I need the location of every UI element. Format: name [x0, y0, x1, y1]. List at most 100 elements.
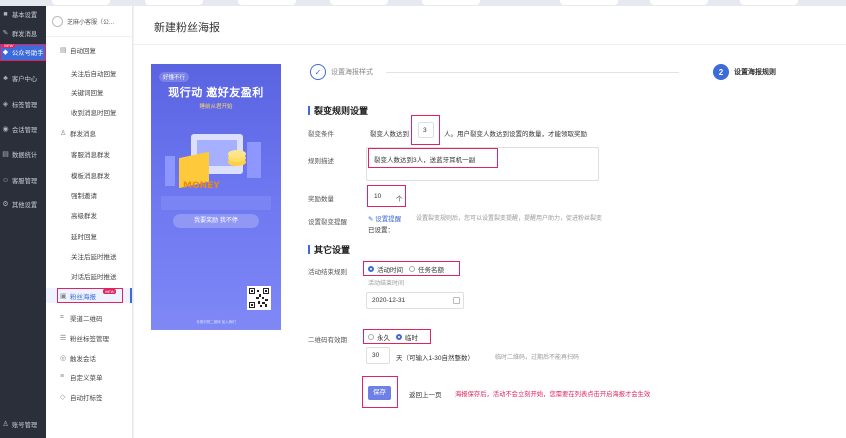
- sub-nav-item-3[interactable]: 收到消息时回复: [46, 104, 132, 119]
- other-section-title: 其它设置: [308, 243, 350, 256]
- poster-preview: 好懂不行 现行动 邀好友盈利 睡前从君开始 MONEY 我要奖励 我不停 长按识…: [151, 64, 281, 330]
- sub-nav-item-label: 关键词回复: [71, 89, 104, 97]
- nav-icon: ▤: [2, 151, 9, 158]
- new-badge: NEW: [103, 289, 117, 294]
- remind-status: 已设置：: [368, 227, 394, 234]
- step-2-label: 设置海报规则: [734, 69, 776, 76]
- remind-label: 设置裂变提醒: [308, 219, 347, 226]
- sub-nav-item-7[interactable]: 强制邀请: [46, 187, 132, 202]
- sub-nav-item-2[interactable]: 关键词回复: [46, 84, 132, 99]
- sub-nav-item-4[interactable]: ♙ 群发消息: [46, 125, 132, 140]
- calendar-icon[interactable]: [453, 297, 460, 304]
- condition-prefix: 裂变人数达到: [370, 131, 409, 138]
- save-button[interactable]: 保存: [368, 386, 391, 400]
- sub-nav-item-8[interactable]: 高级群发: [46, 207, 132, 222]
- nav-item-label: 数据统计: [12, 152, 38, 159]
- poster-qr-code: [247, 286, 271, 310]
- sub-nav-item-label: 关注后自动回复: [71, 70, 117, 78]
- qr-validity-permanent-label: 永久: [377, 335, 390, 342]
- nav-item-6[interactable]: ▤ 数据统计: [0, 146, 46, 163]
- poster-subhead: 睡前从君开始: [199, 104, 233, 110]
- sub-nav-item-label: 触发会话: [70, 355, 96, 363]
- reward-unit: 个: [396, 196, 403, 203]
- sub-nav-item-9[interactable]: 延时回复: [46, 228, 132, 243]
- nav-item-label: 公众号助手: [12, 50, 44, 57]
- step-2-number: 2: [713, 64, 729, 80]
- sub-nav-item-label: 群发消息: [70, 130, 96, 138]
- active-indicator: [130, 288, 132, 303]
- sub-nav-item-label: 收到消息时回复: [71, 109, 117, 117]
- reward-label: 奖励数量: [308, 196, 334, 203]
- nav-icon: ⚙: [2, 201, 9, 208]
- sub-nav-item-1[interactable]: 关注后自动回复: [46, 65, 132, 80]
- svg-text:MONEY: MONEY: [183, 181, 220, 191]
- sub-nav-item-16[interactable]: ≡ 自定义菜单: [46, 369, 132, 384]
- step-1-label: 设置海报样式: [331, 69, 373, 76]
- sub-nav-item-13[interactable]: ⌗ 渠道二维码: [46, 310, 132, 325]
- days-hint: 天（可输入1-30自然整数）: [396, 355, 475, 362]
- nav-item-7[interactable]: ☺ 客服管理: [0, 172, 46, 189]
- sub-nav-item-label: 自动回复: [70, 47, 96, 55]
- reward-value[interactable]: 10: [374, 193, 381, 200]
- nav-item-label: 其他设置: [12, 202, 38, 209]
- nav-item-3[interactable]: ♣ 客户中心: [0, 70, 46, 87]
- description-value: 裂变人数达到3人，送蓝牙耳机一副: [374, 157, 476, 164]
- end-rule-label: 活动结束规则: [308, 269, 347, 276]
- account-selector[interactable]: 芝麻小客服（公...: [52, 14, 128, 28]
- sub-nav-item-label: 关注后延时推送: [71, 253, 117, 261]
- qr-validity-temporary-label: 临时: [405, 335, 418, 342]
- nav-item-8[interactable]: ⚙ 其他设置: [0, 196, 46, 213]
- nav-item-1[interactable]: ✎ 群发消息: [0, 25, 46, 42]
- radio-icon: [396, 334, 402, 340]
- sub-nav-item-14[interactable]: ☰ 粉丝标签管理: [46, 330, 132, 345]
- nav-item-label: 会话管理: [12, 127, 38, 134]
- sub-nav-item-label: 粉丝标签管理: [70, 335, 109, 343]
- new-badge: NEW: [2, 44, 16, 48]
- main-panel: 新建粉丝海报 好懂不行 现行动 邀好友盈利 睡前从君开始 MONEY 我要奖励 …: [134, 6, 846, 438]
- end-rule-option-time-label: 活动时间: [377, 267, 403, 274]
- end-time-value: 2020-12-31: [372, 297, 406, 304]
- sub-nav-icon: ♙: [60, 129, 67, 137]
- remind-link-text: 设置提醒: [375, 216, 402, 223]
- end-rule-option-quota[interactable]: 任务名额: [409, 264, 444, 274]
- rules-section-title: 裂变规则设置: [308, 104, 368, 117]
- end-time-label: 活动结束时间: [368, 281, 405, 287]
- nav-icon: ■: [3, 11, 8, 18]
- nav-item-label: 客户中心: [12, 76, 38, 83]
- nav-icon: ✎: [2, 30, 9, 37]
- poster-footer: 长按识别二维码 加入我们: [196, 320, 236, 324]
- sub-nav-item-5[interactable]: 客服消息群发: [46, 146, 132, 161]
- qr-validity-option-temporary[interactable]: 临时: [396, 332, 418, 342]
- stepper-line: [386, 72, 679, 73]
- remind-link[interactable]: ✎ 设置提醒: [368, 213, 401, 223]
- end-rule-option-time[interactable]: 活动时间: [368, 264, 403, 274]
- back-button[interactable]: 返回上一页: [409, 389, 442, 399]
- sub-nav-item-0[interactable]: ▤ 自动回复: [46, 42, 132, 57]
- nav-item-label: 标签管理: [12, 102, 38, 109]
- poster-tag: 好懂不行: [159, 72, 190, 82]
- sub-nav-item-11[interactable]: 对话后延时推送: [46, 268, 132, 283]
- nav-item-label: 账号管理: [12, 422, 38, 429]
- radio-icon: [368, 266, 374, 272]
- nav-item-5[interactable]: ◉ 会话管理: [0, 121, 46, 138]
- step-1: ✓ 设置海报样式: [310, 64, 373, 80]
- sub-nav-item-17[interactable]: ◇ 自动打标签: [46, 389, 132, 404]
- nav-icon: ◈: [2, 101, 9, 108]
- nav-item-2[interactable]: ◆ 公众号助手 NEW: [0, 44, 46, 61]
- qr-validity-option-permanent[interactable]: 永久: [368, 332, 390, 342]
- save-warning: 海报保存后，活动不会立刻开始，您需要在列表点击开启海报才会生效: [455, 391, 651, 398]
- nav-item-4[interactable]: ◈ 标签管理: [0, 96, 46, 113]
- sub-nav-item-10[interactable]: 关注后延时推送: [46, 248, 132, 263]
- sub-nav-item-12[interactable]: ▣ 粉丝海报 NEW: [46, 288, 132, 303]
- sub-nav-item-label: 客服消息群发: [71, 151, 110, 159]
- sub-nav-item-6[interactable]: 模板消息群发: [46, 167, 132, 182]
- nav-icon: ♙: [2, 421, 9, 428]
- nav-item-0[interactable]: ■ 基本设置: [0, 6, 46, 23]
- poster-illustration: MONEY: [161, 134, 271, 210]
- days-value: 30: [372, 352, 380, 359]
- sub-nav-item-15[interactable]: ◎ 触发会话: [46, 350, 132, 365]
- condition-value: 3: [423, 127, 427, 134]
- sub-nav-icon: ≡: [60, 373, 65, 380]
- sub-nav-icon: ⌗: [60, 313, 64, 321]
- nav-item-9[interactable]: ♙ 账号管理: [0, 416, 46, 433]
